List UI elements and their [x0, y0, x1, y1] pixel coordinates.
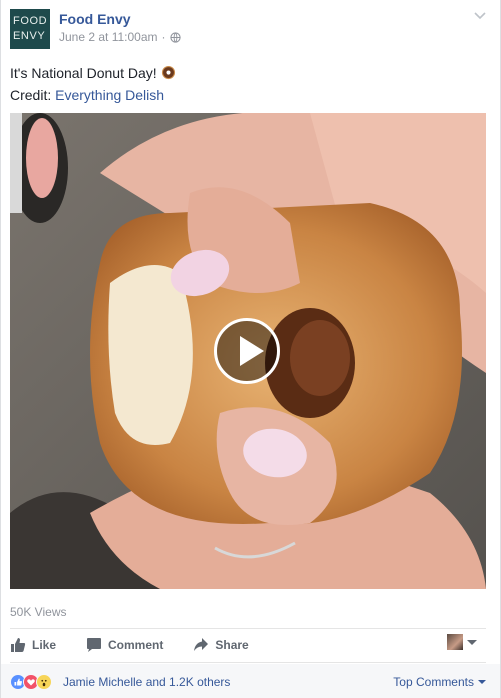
comment-label: Comment [108, 638, 164, 652]
post-text-main: It's National Donut Day! [10, 65, 157, 81]
comment-sort-label: Top Comments [393, 675, 474, 689]
post-text-line1: It's National Donut Day! [10, 62, 176, 84]
viewer-avatar [447, 634, 463, 650]
comment-sort-selector[interactable]: Top Comments [393, 675, 486, 689]
play-button[interactable] [214, 318, 280, 384]
post-timestamp[interactable]: June 2 at 11:00am [59, 30, 158, 44]
divider [10, 628, 486, 629]
share-button[interactable]: Share [193, 637, 249, 653]
globe-icon [169, 31, 181, 43]
avatar-text-line1: FOOD [13, 15, 48, 27]
post-as-selector[interactable] [447, 634, 477, 650]
post-meta: June 2 at 11:00am · [59, 30, 181, 44]
reactions-summary-link[interactable]: Jamie Michelle and 1.2K others [63, 675, 230, 689]
credit-prefix: Credit: [10, 87, 52, 103]
thumbs-up-icon [11, 638, 26, 652]
like-label: Like [32, 638, 57, 652]
video-view-count: 50K Views [10, 605, 67, 619]
chevron-down-icon [478, 680, 486, 684]
like-button[interactable]: Like [10, 637, 56, 653]
post-card: FOOD ENVY Food Envy June 2 at 11:00am · … [0, 0, 501, 698]
comment-button[interactable]: Comment [86, 637, 163, 653]
meta-separator: · [161, 30, 166, 44]
divider [10, 662, 486, 663]
post-credit-line: Credit: Everything Delish [10, 84, 176, 106]
comment-icon [87, 638, 102, 652]
credit-link[interactable]: Everything Delish [55, 87, 164, 103]
chevron-down-icon [467, 639, 477, 645]
post-actions-bar: Like Comment Share [10, 632, 486, 658]
avatar-text-line2: ENVY [13, 30, 46, 42]
share-icon [194, 638, 209, 651]
page-name-link[interactable]: Food Envy [59, 11, 131, 27]
video-player[interactable] [10, 113, 486, 589]
reaction-icons[interactable] [10, 674, 52, 690]
post-text: It's National Donut Day! Credit: Everyth… [10, 62, 176, 106]
page-avatar[interactable]: FOOD ENVY [10, 9, 50, 49]
wow-reaction-icon [36, 674, 52, 690]
donut-emoji-icon [161, 65, 175, 80]
share-label: Share [215, 638, 249, 652]
reactions-bar: Jamie Michelle and 1.2K others Top Comme… [1, 664, 500, 698]
chevron-down-icon[interactable] [472, 10, 488, 22]
